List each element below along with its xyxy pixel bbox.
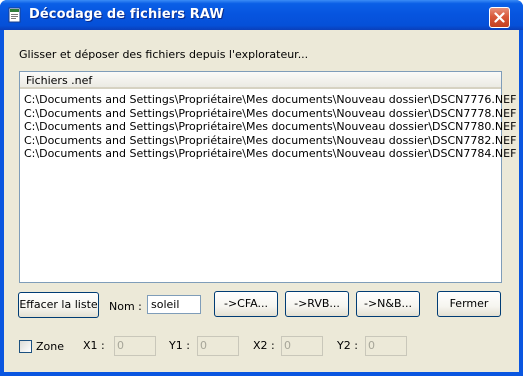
rvb-button[interactable]: ->RVB... xyxy=(285,291,349,317)
drop-hint: Glisser et déposer des fichiers depuis l… xyxy=(19,48,309,61)
file-list-item[interactable]: C:\Documents and Settings\Propriétaire\M… xyxy=(24,120,516,134)
file-list-item[interactable]: C:\Documents and Settings\Propriétaire\M… xyxy=(24,107,516,121)
zone-checkbox[interactable] xyxy=(19,340,32,353)
cfa-button[interactable]: ->CFA... xyxy=(214,291,278,317)
file-rows: C:\Documents and Settings\Propriétaire\M… xyxy=(24,93,516,161)
y1-label: Y1 : xyxy=(169,339,190,352)
close-icon xyxy=(494,12,505,23)
y1-input[interactable]: 0 xyxy=(197,336,239,356)
close-button[interactable]: Fermer xyxy=(437,291,501,317)
name-label: Nom : xyxy=(109,300,142,313)
dialog-window: Décodage de fichiers RAW Glisser et dépo… xyxy=(0,0,523,376)
x2-label: X2 : xyxy=(253,339,275,352)
x1-input[interactable]: 0 xyxy=(114,336,156,356)
zone-label: Zone xyxy=(36,340,65,353)
app-window-icon xyxy=(8,7,21,23)
file-list[interactable]: Fichiers .nef C:\Documents and Settings\… xyxy=(19,71,516,283)
x1-label: X1 : xyxy=(83,339,105,352)
title-bar[interactable]: Décodage de fichiers RAW xyxy=(0,0,523,30)
close-window-button[interactable] xyxy=(489,7,510,28)
clear-list-button[interactable]: Effacer la liste xyxy=(18,292,99,318)
column-header-files[interactable]: Fichiers .nef xyxy=(20,72,501,89)
file-list-item[interactable]: C:\Documents and Settings\Propriétaire\M… xyxy=(24,134,516,148)
name-input[interactable]: soleil xyxy=(147,295,201,314)
window-title: Décodage de fichiers RAW xyxy=(29,7,224,22)
column-header-label: Fichiers .nef xyxy=(26,74,93,87)
x2-input[interactable]: 0 xyxy=(281,336,323,356)
y2-input[interactable]: 0 xyxy=(365,336,407,356)
dialog-body: Glisser et déposer des fichiers depuis l… xyxy=(4,30,519,372)
file-list-item[interactable]: C:\Documents and Settings\Propriétaire\M… xyxy=(24,93,516,107)
y2-label: Y2 : xyxy=(337,339,358,352)
file-list-item[interactable]: C:\Documents and Settings\Propriétaire\M… xyxy=(24,147,516,161)
nb-button[interactable]: ->N&B... xyxy=(356,291,420,317)
